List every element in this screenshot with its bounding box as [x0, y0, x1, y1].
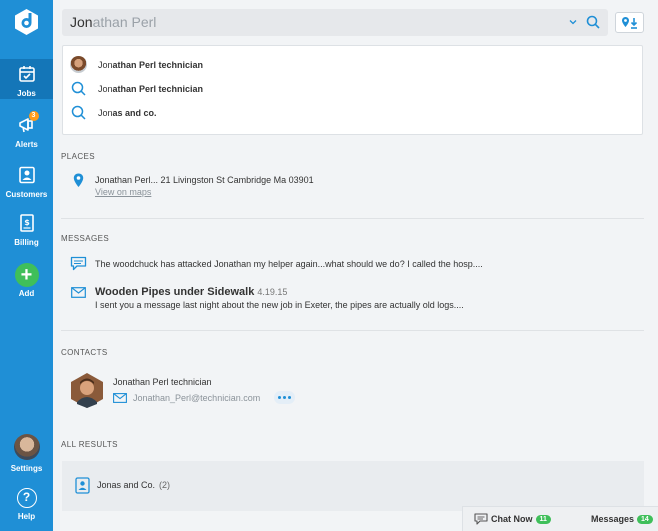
- search-suggestions: Jonathan Perl technician Jonathan Perl t…: [62, 45, 643, 135]
- chat-bubble-icon: [474, 513, 488, 525]
- contact-name[interactable]: Jonathan Perl technician: [113, 377, 212, 387]
- sidebar-item-label: Settings: [10, 464, 43, 473]
- messages-label: Messages: [591, 514, 635, 524]
- divider: [61, 218, 644, 219]
- sidebar-item-label: Alerts: [15, 140, 38, 149]
- invoice-icon: $: [18, 214, 36, 236]
- search-icon: [71, 81, 86, 96]
- result-item[interactable]: Jonas and Co. (2): [62, 475, 644, 497]
- messages-button[interactable]: Messages 14: [591, 514, 653, 524]
- svg-text:$: $: [24, 218, 30, 227]
- place-address[interactable]: Jonathan Perl... 21 Livingston St Cambri…: [95, 175, 314, 185]
- plus-icon: +: [14, 263, 39, 287]
- more-options-button[interactable]: [274, 391, 295, 404]
- suggestion-item[interactable]: Jonathan Perl technician: [63, 78, 642, 100]
- avatar: [70, 56, 87, 73]
- all-results-heading: ALL RESULTS: [61, 440, 118, 449]
- suggestion-item[interactable]: Jonas and co.: [63, 102, 642, 124]
- view-on-maps-link[interactable]: View on maps: [95, 187, 151, 197]
- message-date: 4.19.15: [257, 287, 288, 297]
- sidebar-item-customers[interactable]: Customers: [0, 166, 53, 199]
- map-pin-download-icon: [622, 17, 638, 29]
- map-pin-icon: [73, 173, 84, 187]
- messages-count-badge: 14: [637, 515, 653, 524]
- divider: [61, 330, 644, 331]
- map-download-button[interactable]: [615, 12, 644, 33]
- search-icon[interactable]: [586, 15, 600, 29]
- avatar[interactable]: [70, 372, 104, 409]
- bottom-bar: Chat Now 11 Messages 14: [462, 506, 658, 531]
- megaphone-icon: 3: [17, 111, 39, 138]
- search-icon: [71, 105, 86, 120]
- chevron-down-icon[interactable]: [568, 17, 578, 27]
- sidebar-item-settings[interactable]: Settings: [0, 434, 53, 473]
- contacts-heading: CONTACTS: [61, 348, 108, 357]
- messages-heading: MESSAGES: [61, 234, 110, 243]
- sidebar: Jobs 3 Alerts Customers $ Billing + Add …: [0, 0, 53, 531]
- suggestion-match: Jon: [98, 84, 113, 94]
- contact-card-icon: [75, 477, 90, 494]
- help-icon: ?: [16, 488, 37, 508]
- avatar: [13, 434, 40, 460]
- chat-now-button[interactable]: Chat Now 11: [474, 513, 551, 525]
- calendar-check-icon: [18, 65, 36, 87]
- more-dot: [283, 396, 286, 399]
- more-dot: [288, 396, 291, 399]
- search-query: Jonathan Perl: [70, 14, 156, 30]
- sidebar-item-help[interactable]: ? Help: [0, 488, 53, 521]
- chat-count-badge: 11: [535, 515, 551, 524]
- sidebar-item-label: Billing: [14, 238, 39, 247]
- contact-email[interactable]: Jonathan_Perl@technician.com: [133, 393, 260, 403]
- result-count: (2): [159, 480, 170, 490]
- sidebar-item-billing[interactable]: $ Billing: [0, 214, 53, 247]
- sidebar-item-label: Jobs: [17, 89, 36, 98]
- suggestion-match: Jon: [98, 108, 113, 118]
- message-preview[interactable]: I sent you a message last night about th…: [95, 300, 464, 310]
- search-query-typed: Jon: [70, 14, 93, 30]
- envelope-icon: [71, 287, 86, 298]
- suggestion-rest: as and co.: [112, 108, 157, 118]
- search-query-autocomplete: athan Perl: [92, 14, 157, 30]
- message-preview[interactable]: The woodchuck has attacked Jonathan my h…: [95, 259, 483, 269]
- contact-card-icon: [18, 166, 36, 188]
- chat-now-label: Chat Now: [491, 514, 533, 524]
- suggestion-rest: athan Perl technician: [112, 84, 204, 94]
- app-logo-icon[interactable]: [14, 8, 39, 36]
- result-label: Jonas and Co.: [97, 480, 156, 490]
- suggestion-item[interactable]: Jonathan Perl technician: [63, 54, 642, 76]
- more-dot: [278, 396, 281, 399]
- sidebar-item-label: Add: [18, 289, 35, 298]
- suggestion-rest: athan Perl technician: [112, 60, 204, 70]
- places-heading: PLACES: [61, 152, 95, 161]
- message-subject[interactable]: Wooden Pipes under Sidewalk 4.19.15: [95, 286, 287, 298]
- sidebar-item-alerts[interactable]: 3 Alerts: [0, 111, 53, 149]
- sidebar-item-label: Customers: [5, 190, 48, 199]
- sidebar-item-label: Help: [17, 512, 36, 521]
- alerts-badge: 3: [28, 111, 39, 121]
- suggestion-match: Jon: [98, 60, 113, 70]
- search-input[interactable]: Jonathan Perl: [62, 9, 608, 36]
- sidebar-item-jobs[interactable]: Jobs: [0, 59, 53, 99]
- envelope-icon: [113, 393, 127, 403]
- all-results-list: Jonas and Co. (2): [62, 461, 644, 511]
- message-subject-text: Wooden Pipes under Sidewalk: [95, 286, 255, 298]
- chat-bubble-icon: [70, 256, 87, 271]
- sidebar-item-add[interactable]: + Add: [0, 263, 53, 298]
